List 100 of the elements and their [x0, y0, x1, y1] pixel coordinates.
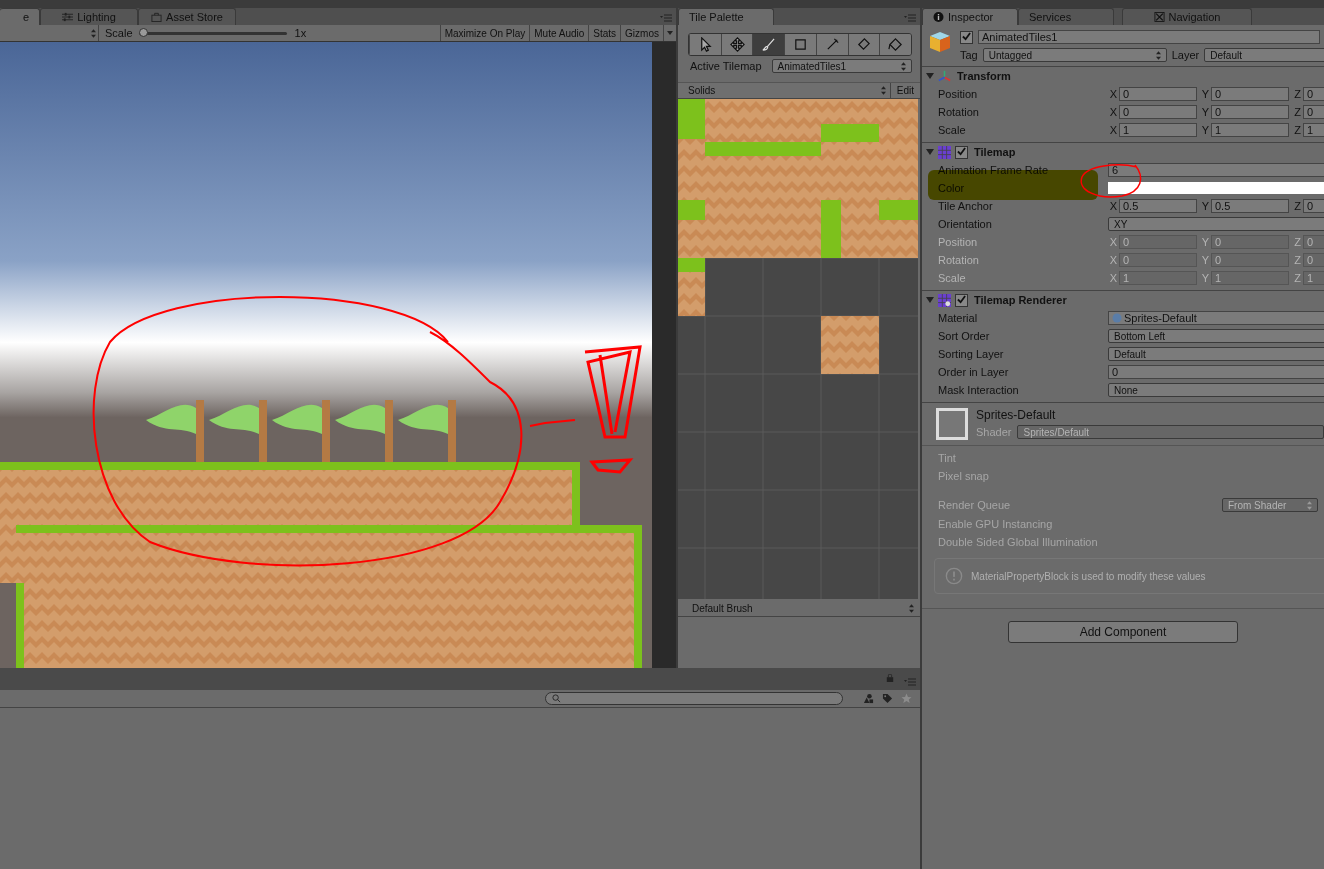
dropdown-field[interactable]: XY	[1108, 217, 1324, 231]
axis-label: X	[1108, 106, 1119, 118]
cube-icon	[928, 30, 952, 54]
property-label: Material	[938, 312, 979, 324]
number-field[interactable]: 0	[1303, 105, 1324, 119]
brush-tool[interactable]	[752, 34, 785, 55]
panel-tab[interactable]: Tile Palette	[678, 8, 774, 25]
axis-label: Y	[1200, 200, 1211, 212]
info-message: MaterialPropertyBlock is used to modify these values	[971, 570, 1206, 582]
number-field[interactable]: 0	[1211, 87, 1289, 101]
select-tool[interactable]	[689, 34, 721, 55]
sphere-icon	[1112, 313, 1122, 323]
tag-dropdown[interactable]: Untagged	[982, 48, 1167, 62]
axis-label: X	[1108, 254, 1119, 266]
shader-dropdown[interactable]: Sprites/Default	[1017, 425, 1324, 439]
panel-tab[interactable]: Asset Store	[138, 8, 236, 25]
tag-icon[interactable]	[882, 693, 893, 704]
panel-tab[interactable]: Inspector	[922, 8, 1018, 25]
search-field[interactable]	[545, 692, 843, 705]
property-label: Position	[938, 88, 979, 100]
lock-icon[interactable]	[886, 674, 894, 682]
sliders-icon	[62, 12, 74, 22]
eraser-tool[interactable]	[847, 34, 880, 55]
axis-label: X	[1108, 272, 1119, 284]
axis-label: Z	[1293, 254, 1302, 266]
number-field[interactable]: 1	[1119, 123, 1197, 137]
foldout-arrow-icon[interactable]	[926, 296, 934, 304]
box-icon	[793, 37, 808, 52]
menu-icon[interactable]	[904, 14, 916, 22]
shapes-icon[interactable]	[863, 693, 874, 704]
move-tool[interactable]	[720, 34, 753, 55]
info-icon	[933, 12, 944, 22]
material-option: Double Sided Global Illumination	[938, 536, 1318, 548]
axis-label: Y	[1200, 236, 1211, 248]
panel-tab[interactable]: e	[0, 8, 40, 25]
layer-dropdown[interactable]: Default	[1204, 48, 1324, 62]
number-field[interactable]: 1	[1303, 123, 1324, 137]
palette-dropdown[interactable]: Solids	[678, 83, 891, 98]
box-tool[interactable]	[784, 34, 816, 55]
axis-label: Z	[1293, 200, 1302, 212]
dropdown-field[interactable]: Bottom Left	[1108, 329, 1324, 343]
number-field[interactable]: 0.5	[1211, 199, 1289, 213]
enabled-checkbox[interactable]	[955, 145, 968, 159]
panel-tab[interactable]: Lighting	[40, 8, 138, 25]
dropdown-field[interactable]: Default	[1108, 347, 1324, 361]
name-field[interactable]: AnimatedTiles1	[978, 30, 1320, 44]
scale-slider[interactable]	[138, 31, 287, 35]
property-label: Tile Anchor	[938, 200, 994, 212]
picker-tool[interactable]	[815, 34, 848, 55]
property-label: Order in Layer	[938, 366, 1010, 378]
component-title: Transform	[957, 70, 1011, 82]
number-field[interactable]: 0	[1119, 87, 1197, 101]
number-field[interactable]: 0.5	[1119, 199, 1197, 213]
active-checkbox[interactable]	[960, 30, 973, 44]
warning-icon	[945, 567, 963, 585]
updown-arrows-icon	[1307, 500, 1312, 510]
property-label: Rotation	[938, 254, 980, 266]
axis-label: X	[1108, 236, 1119, 248]
render-queue-dropdown[interactable]: From Shader	[1222, 498, 1318, 512]
foldout-arrow-icon[interactable]	[926, 148, 934, 156]
active-tilemap-dropdown[interactable]: AnimatedTiles1	[771, 59, 912, 73]
panel-tab[interactable]: Services	[1018, 8, 1114, 25]
object-field[interactable]: Sprites-Default	[1108, 311, 1324, 325]
number-field[interactable]: 0	[1108, 365, 1324, 379]
fill-tool[interactable]	[879, 34, 911, 55]
add-component-button[interactable]: Add Component	[1008, 621, 1238, 643]
color-field[interactable]	[1108, 182, 1324, 194]
axis-label: Z	[1293, 106, 1302, 118]
grid-icon	[938, 145, 951, 159]
grid-gear-icon	[938, 293, 951, 307]
edit-button[interactable]: Edit	[890, 83, 920, 98]
enabled-checkbox[interactable]	[955, 293, 968, 307]
number-field[interactable]: 6	[1108, 163, 1324, 177]
updown-arrows-icon	[880, 86, 886, 95]
material-thumbnail	[936, 408, 968, 440]
number-field[interactable]: 1	[1211, 123, 1289, 137]
component-title: Tilemap	[974, 146, 1016, 158]
foldout-arrow-icon[interactable]	[926, 72, 934, 80]
updown-arrows-icon	[1155, 50, 1161, 60]
menu-icon[interactable]	[660, 14, 672, 22]
axis-label: Z	[1293, 272, 1302, 284]
number-field[interactable]: 0	[1119, 105, 1197, 119]
number-field[interactable]: 0	[1303, 199, 1324, 213]
material-property: Tint	[938, 452, 957, 464]
number-field[interactable]: 0	[1303, 87, 1324, 101]
bag-icon	[151, 12, 163, 22]
star-icon[interactable]	[901, 693, 912, 704]
scale-label: Scale	[105, 27, 133, 39]
updown-arrows-icon	[901, 61, 906, 71]
slider-thumb[interactable]	[138, 27, 148, 37]
brush-dropdown[interactable]: Default Brush	[678, 601, 920, 617]
updown-arrows-icon	[909, 604, 914, 613]
number-field[interactable]: 0	[1211, 105, 1289, 119]
tag-label: Tag	[960, 49, 978, 61]
axis-label: Y	[1200, 272, 1211, 284]
axes-icon	[938, 69, 951, 83]
dropdown-field[interactable]: None	[1108, 383, 1324, 397]
caret-icon[interactable]	[663, 25, 676, 41]
panel-tab[interactable]: Navigation	[1122, 8, 1252, 25]
search-icon	[552, 694, 561, 703]
